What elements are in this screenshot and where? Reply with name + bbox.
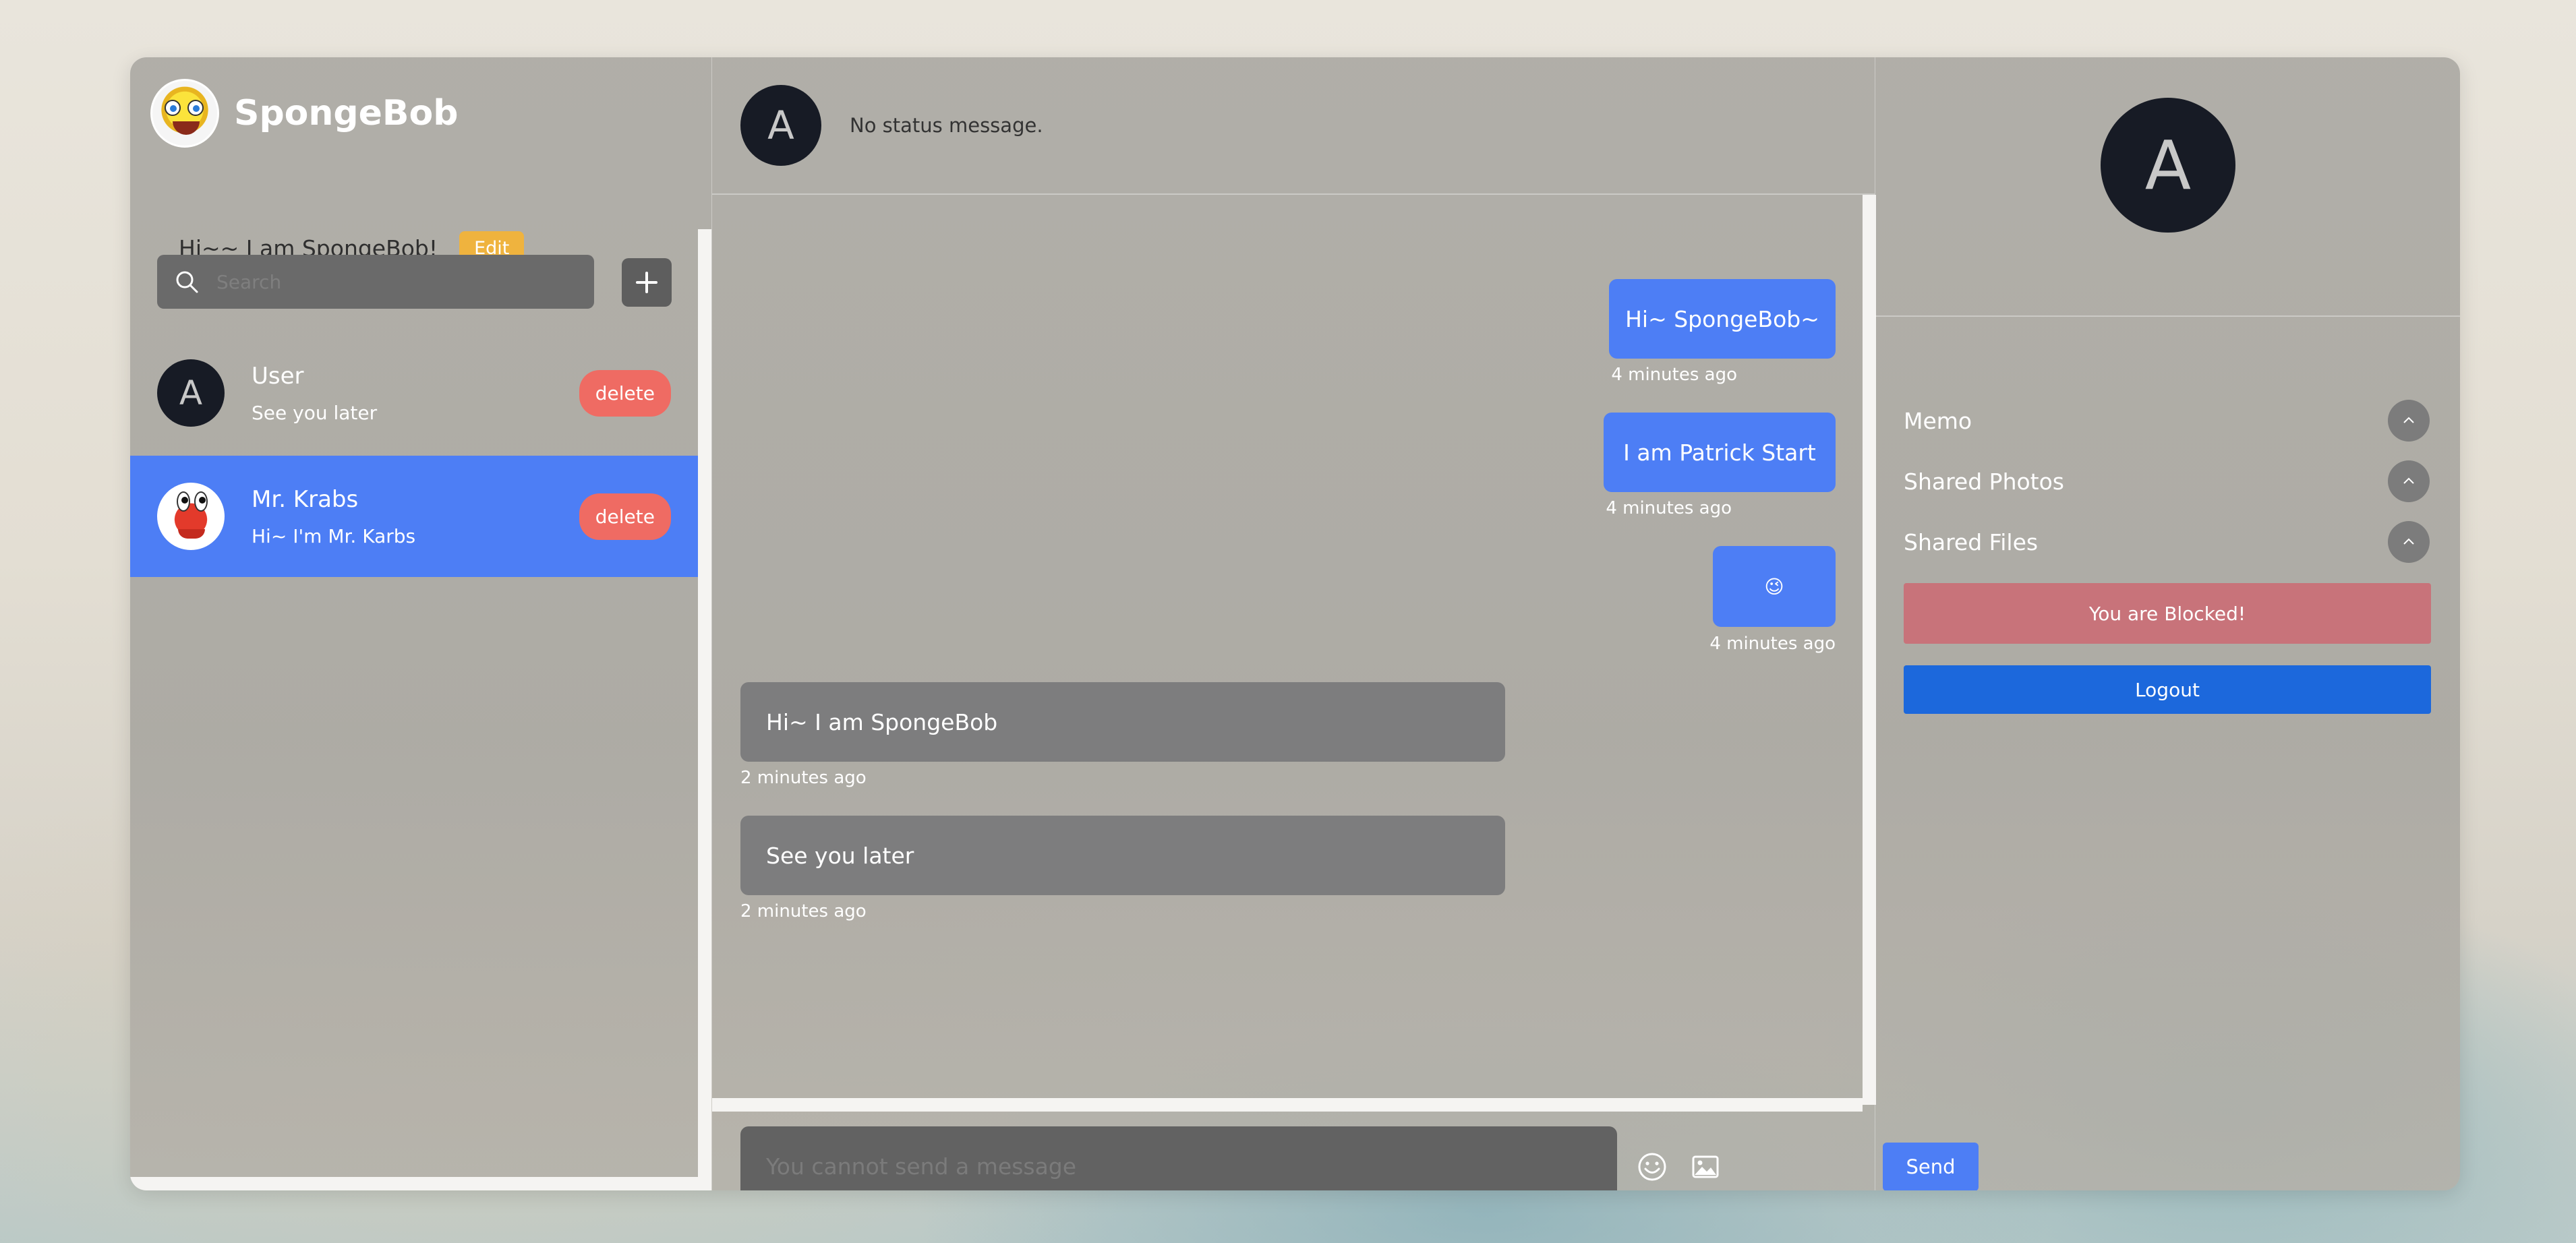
search-box[interactable] [157, 255, 594, 309]
avatar: A [2101, 98, 2235, 233]
chevron-up-icon[interactable] [2388, 400, 2430, 442]
chevron-up-icon[interactable] [2388, 521, 2430, 563]
logout-button[interactable]: Logout [1904, 665, 2431, 714]
message-timestamp: 2 minutes ago [740, 901, 867, 921]
message-timestamp: 4 minutes ago [1611, 365, 1737, 385]
plus-icon [636, 272, 657, 293]
smiley-icon[interactable] [1637, 1152, 1667, 1182]
avatar [157, 483, 225, 550]
delete-contact-button[interactable]: delete [579, 493, 671, 540]
app-title: SpongeBob [234, 93, 459, 133]
section-label: Shared Photos [1904, 468, 2064, 495]
message-input[interactable] [740, 1126, 1617, 1190]
message-composer: Send [712, 1112, 1979, 1190]
message-bubble-outgoing: I am Patrick Start [1604, 413, 1836, 492]
message-timestamp: 4 minutes ago [1606, 498, 1732, 518]
contact-details-header: A [1875, 57, 2460, 317]
chat-panel: A No status message. Hi~ SpongeBob~ 4 mi… [711, 57, 1979, 1190]
chat-status-message: No status message. [850, 114, 1043, 137]
chevron-up-icon[interactable] [2388, 460, 2430, 502]
blocked-button[interactable]: You are Blocked! [1904, 583, 2431, 644]
contact-name: Mr. Krabs [252, 485, 359, 513]
message-timestamp: 4 minutes ago [1709, 634, 1836, 654]
image-icon[interactable] [1691, 1153, 1720, 1180]
add-contact-button[interactable] [622, 258, 672, 307]
search-input[interactable] [216, 270, 581, 293]
contact-info-panel: A Memo Shared Photos Shared Files You ar… [1875, 57, 2460, 1190]
section-label: Shared Files [1904, 528, 2039, 555]
sidebar-horizontal-scrollbar[interactable] [130, 1177, 711, 1190]
avatar[interactable] [150, 79, 219, 148]
message-bubble-outgoing: 😉 [1713, 546, 1836, 627]
section-shared-files[interactable]: Shared Files [1904, 521, 2430, 563]
user-profile: SpongeBob [150, 79, 459, 148]
message-timestamp: 2 minutes ago [740, 768, 867, 788]
sidebar: SpongeBob Hi~~ I am SpongeBob! Edit A Us… [130, 57, 711, 1190]
message-bubble-incoming: Hi~ I am SpongeBob [740, 682, 1505, 762]
contact-item-user[interactable]: A User See you later delete [130, 332, 698, 454]
delete-contact-button[interactable]: delete [579, 369, 671, 417]
sidebar-vertical-scrollbar[interactable] [698, 229, 711, 1190]
section-memo[interactable]: Memo [1904, 400, 2430, 442]
chat-header: A No status message. [712, 57, 1875, 195]
avatar[interactable]: A [740, 85, 821, 166]
section-label: Memo [1904, 407, 1972, 434]
contact-item-mr-krabs[interactable]: Mr. Krabs Hi~ I'm Mr. Karbs delete [130, 456, 698, 577]
chat-vertical-scrollbar[interactable] [1863, 195, 1876, 1105]
message-bubble-incoming: See you later [740, 816, 1505, 895]
message-list: Hi~ SpongeBob~ 4 minutes ago I am Patric… [712, 195, 1863, 1098]
search-icon [176, 271, 198, 293]
message-bubble-outgoing: Hi~ SpongeBob~ [1609, 279, 1836, 359]
section-shared-photos[interactable]: Shared Photos [1904, 460, 2430, 502]
chat-app-window: SpongeBob Hi~~ I am SpongeBob! Edit A Us… [130, 57, 2460, 1190]
chat-horizontal-scrollbar[interactable] [712, 1098, 1863, 1112]
avatar: A [157, 359, 225, 427]
contact-name: User [252, 362, 304, 390]
contact-last-message: Hi~ I'm Mr. Karbs [252, 524, 416, 547]
contact-last-message: See you later [252, 401, 378, 424]
